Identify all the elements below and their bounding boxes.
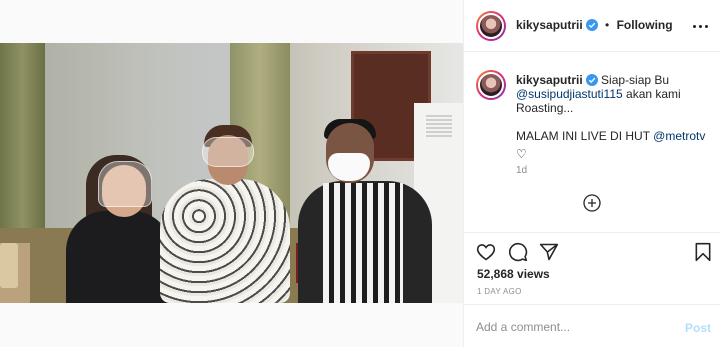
header-user-line: kikysaputrii • Following: [516, 18, 673, 32]
post-caption: kikysaputrii Siap-siap Bu @susipudjiastu…: [516, 73, 706, 161]
caption-section: kikysaputrii Siap-siap Bu @susipudjiastu…: [464, 53, 720, 233]
comment-bar: Post: [464, 304, 720, 347]
caption-username[interactable]: kikysaputrii: [516, 73, 583, 87]
post-header: kikysaputrii • Following: [464, 0, 720, 52]
header-username[interactable]: kikysaputrii: [516, 18, 583, 32]
paper-plane-icon[interactable]: [539, 242, 559, 262]
load-more-comments-button[interactable]: [583, 194, 601, 212]
instagram-post-page: kikysaputrii • Following kikysaputrii Si…: [0, 0, 720, 347]
verified-badge-icon: [585, 74, 598, 86]
post-video[interactable]: [0, 43, 463, 303]
action-bar: [464, 234, 720, 268]
caption-timestamp[interactable]: 1d: [516, 165, 527, 176]
caption-line2: akan kami: [622, 87, 681, 101]
person-left-face-shield: [98, 161, 152, 207]
comment-input[interactable]: [476, 317, 666, 337]
person-right-shirt: [323, 183, 403, 303]
person-center-dress: [160, 179, 290, 303]
caption-heart-emoji: ♡: [516, 147, 527, 161]
bookmark-icon[interactable]: [693, 242, 713, 262]
header-separator: •: [605, 18, 610, 32]
person-center-face-shield: [202, 137, 254, 167]
view-count[interactable]: 52,868 views: [477, 267, 550, 281]
caption-gap: [516, 115, 706, 129]
person-left-body: [66, 211, 172, 303]
more-options-dot: [705, 24, 708, 28]
caption-mention-susi[interactable]: @susipudjiastuti115: [516, 87, 623, 101]
following-button[interactable]: Following: [617, 18, 673, 32]
post-time[interactable]: 1 DAY AGO: [477, 287, 522, 296]
more-options-dot: [699, 24, 702, 28]
comment-bubble-icon[interactable]: [508, 242, 528, 262]
header-avatar[interactable]: [476, 11, 506, 41]
post-comment-button[interactable]: Post: [685, 321, 711, 335]
verified-badge-icon: [585, 19, 598, 31]
caption-mention-metrotv[interactable]: @metrotv: [653, 129, 705, 143]
heart-icon[interactable]: [476, 242, 496, 262]
more-options-icon: [693, 24, 696, 28]
caption-line1: Siap-siap Bu: [601, 73, 670, 87]
video-lamp: [0, 243, 18, 288]
post-side-panel: kikysaputrii • Following kikysaputrii Si…: [463, 0, 720, 347]
caption-avatar[interactable]: [476, 70, 506, 100]
caption-line4: MALAM INI LIVE DI HUT: [516, 129, 654, 143]
more-options-button[interactable]: [693, 19, 709, 33]
caption-line3: Roasting...: [516, 101, 574, 115]
